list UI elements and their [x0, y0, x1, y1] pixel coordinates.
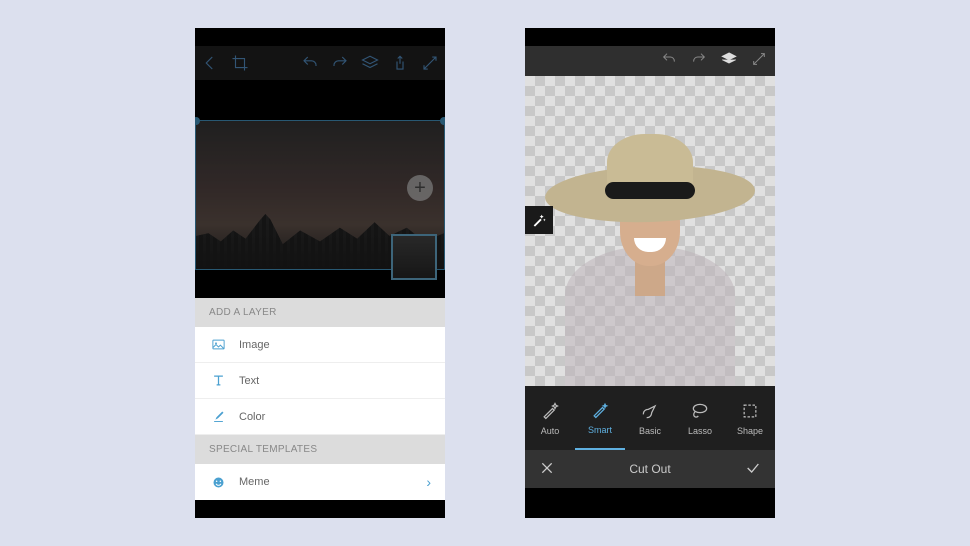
- tab-auto[interactable]: Auto: [525, 386, 575, 450]
- fullscreen-icon[interactable]: [751, 51, 767, 72]
- selection-handle-icon[interactable]: [195, 117, 200, 125]
- row-label: Color: [239, 411, 265, 423]
- selection-handle-icon[interactable]: [440, 117, 445, 125]
- row-image[interactable]: Image: [195, 327, 445, 363]
- top-toolbar: [195, 46, 445, 80]
- tab-label: Lasso: [688, 426, 712, 436]
- confirm-button[interactable]: [745, 460, 761, 479]
- undo-icon[interactable]: [661, 51, 677, 72]
- text-icon: [209, 373, 227, 388]
- fullscreen-icon[interactable]: [421, 54, 439, 72]
- canvas-transparent[interactable]: [525, 76, 775, 386]
- add-layer-panel: ADD A LAYER Image Text Color SPECIAL TEM…: [195, 298, 445, 500]
- cancel-button[interactable]: [539, 460, 555, 479]
- undo-icon[interactable]: [301, 54, 319, 72]
- meme-icon: [209, 475, 227, 490]
- row-label: Meme: [239, 476, 270, 488]
- phone-left-editor: + ADD A LAYER Image Text Color SPECIAL T…: [195, 28, 445, 518]
- tab-smart[interactable]: Smart: [575, 386, 625, 450]
- layer-thumbnail[interactable]: [391, 234, 437, 280]
- tab-label: Smart: [588, 425, 612, 435]
- row-label: Image: [239, 339, 270, 351]
- section-header-add-layer: ADD A LAYER: [195, 298, 445, 327]
- share-icon[interactable]: [391, 54, 409, 72]
- add-layer-button[interactable]: +: [407, 175, 433, 201]
- back-icon[interactable]: [201, 54, 219, 72]
- layers-icon[interactable]: [721, 51, 737, 72]
- cutout-subject: [525, 76, 775, 386]
- image-icon: [209, 337, 227, 352]
- row-label: Text: [239, 375, 259, 387]
- bottom-bar: Cut Out: [525, 450, 775, 488]
- screen-title: Cut Out: [629, 462, 670, 476]
- row-text[interactable]: Text: [195, 363, 445, 399]
- top-toolbar: [525, 46, 775, 76]
- canvas-area[interactable]: +: [195, 120, 445, 280]
- row-color[interactable]: Color: [195, 399, 445, 435]
- color-icon: [209, 409, 227, 424]
- tab-basic[interactable]: Basic: [625, 386, 675, 450]
- tab-label: Shape: [737, 426, 763, 436]
- tab-lasso[interactable]: Lasso: [675, 386, 725, 450]
- redo-icon[interactable]: [691, 51, 707, 72]
- phone-right-cutout: Auto Smart Basic Lasso Shape Ref: [525, 28, 775, 518]
- redo-icon[interactable]: [331, 54, 349, 72]
- tab-label: Basic: [639, 426, 661, 436]
- tab-shape[interactable]: Shape: [725, 386, 775, 450]
- tab-label: Auto: [541, 426, 560, 436]
- layers-icon[interactable]: [361, 54, 379, 72]
- magic-wand-button[interactable]: [525, 206, 553, 234]
- crop-icon[interactable]: [231, 54, 249, 72]
- section-header-special-templates: SPECIAL TEMPLATES: [195, 435, 445, 464]
- chevron-right-icon: ›: [426, 474, 431, 490]
- tool-tabs: Auto Smart Basic Lasso Shape Ref: [525, 386, 775, 450]
- row-meme[interactable]: Meme ›: [195, 464, 445, 500]
